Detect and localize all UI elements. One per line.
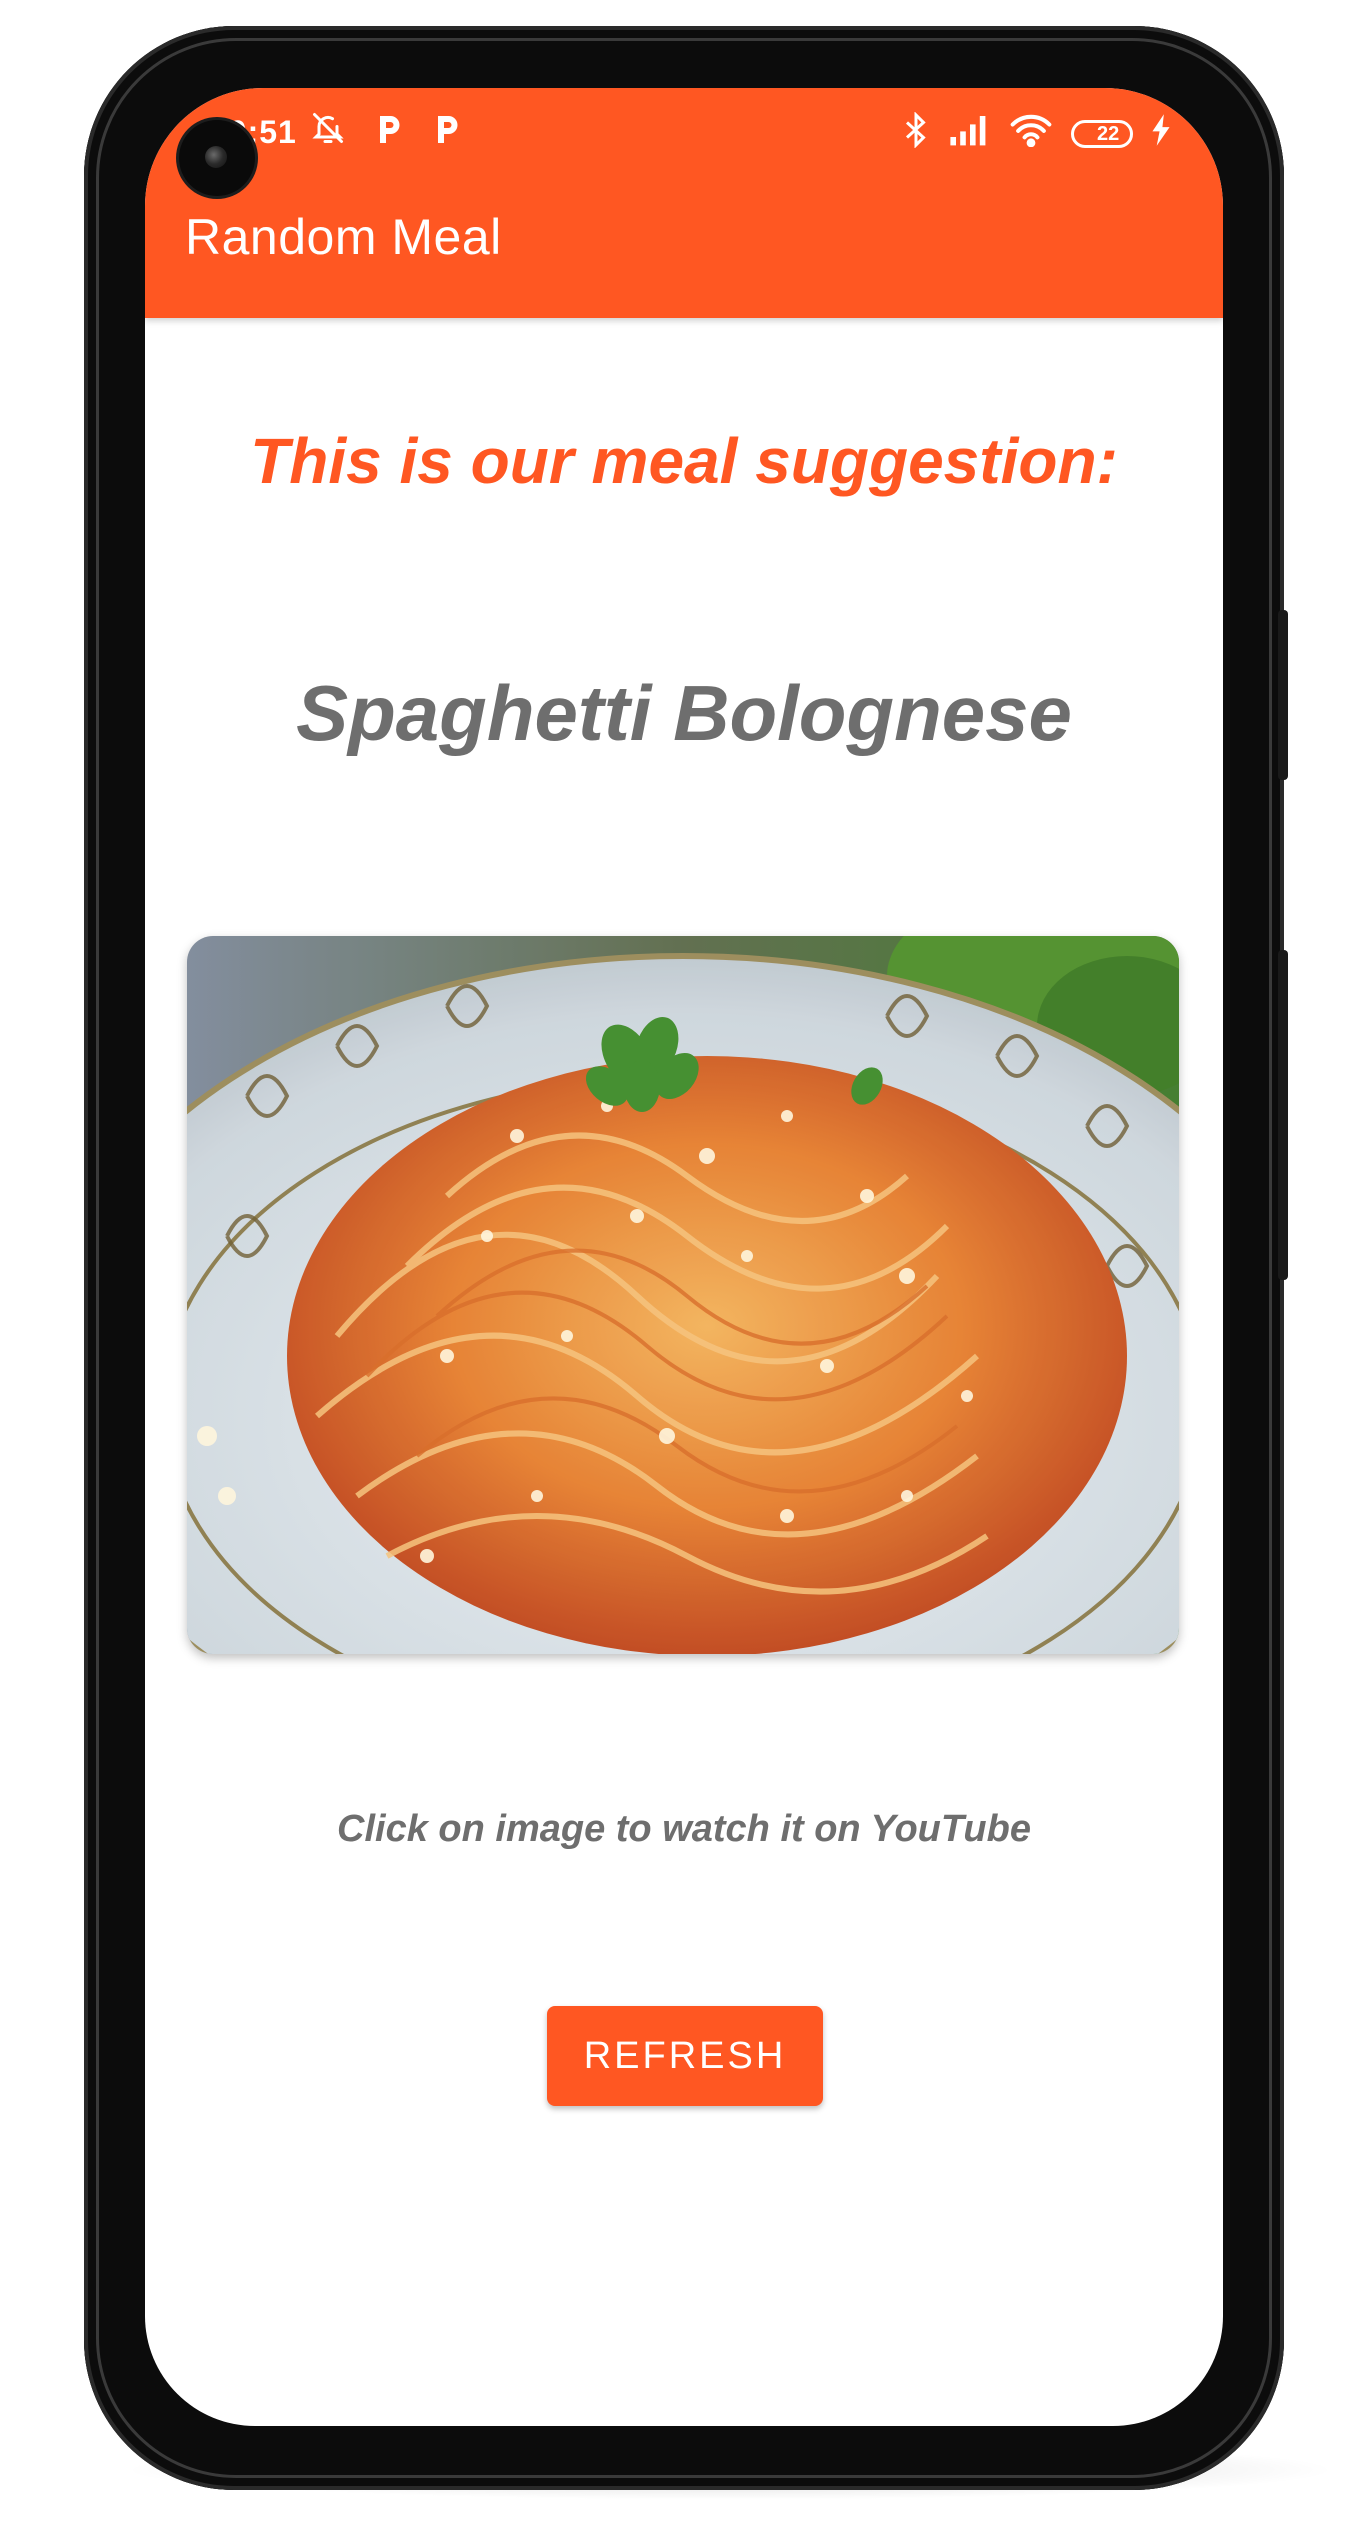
wifi-icon — [1009, 113, 1053, 155]
youtube-hint: Click on image to watch it on YouTube — [337, 1808, 1031, 1850]
app-bar: 20:51 22 Random Meal — [145, 88, 1223, 318]
status-bar: 20:51 22 — [145, 88, 1223, 174]
charging-bolt-icon — [1151, 114, 1171, 154]
bluetooth-icon — [901, 111, 931, 156]
screen: 20:51 22 Random Meal This is our meal su… — [145, 88, 1223, 2426]
status-right-icons: 22 — [901, 111, 1171, 156]
cellular-signal-icon — [949, 114, 991, 154]
meal-image[interactable] — [187, 936, 1179, 1654]
spaghetti-bolognese-photo — [187, 936, 1179, 1654]
app-title: Random Meal — [185, 209, 502, 265]
bell-off-icon — [310, 110, 346, 154]
volume-button — [1278, 610, 1288, 780]
power-button — [1278, 950, 1288, 1280]
status-left-icons — [310, 110, 462, 154]
battery-level: 22 — [1097, 122, 1120, 145]
p-notification-icon — [432, 110, 462, 154]
p-notification-icon — [374, 110, 404, 154]
front-camera — [179, 120, 255, 196]
battery-icon: 22 — [1071, 120, 1133, 148]
suggestion-heading: This is our meal suggestion: — [250, 425, 1118, 497]
camera-lens — [205, 146, 227, 168]
refresh-button[interactable]: REFRESH — [547, 2006, 823, 2106]
meal-name: Spaghetti Bolognese — [296, 669, 1072, 757]
